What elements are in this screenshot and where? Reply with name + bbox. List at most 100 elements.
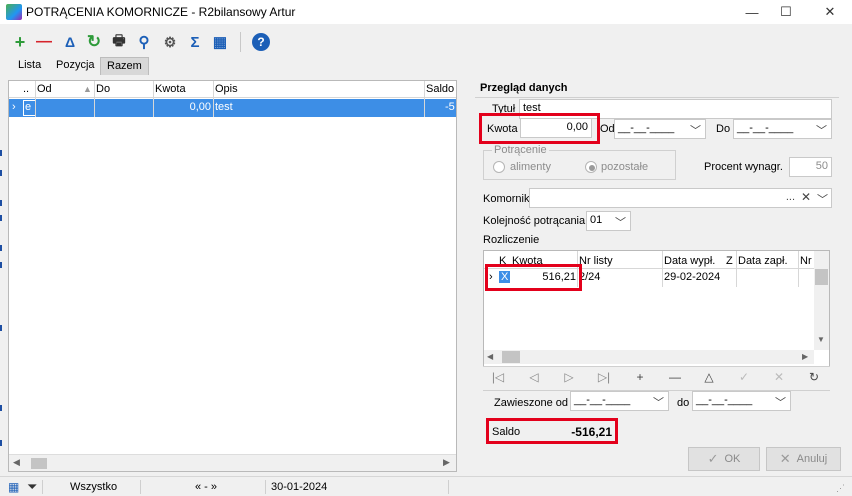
rcol-data-zapl[interactable]: Data zapł. [738, 255, 788, 267]
rcol-nr2[interactable]: Nr [800, 255, 812, 267]
cancel-record-icon[interactable]: ✕ [768, 368, 790, 386]
row-indicator-icon: › [12, 101, 16, 113]
cell-saldo: -5 [445, 101, 455, 113]
ellipsis-icon[interactable]: ... [786, 191, 795, 203]
record-navigator: |◁ ◁ ▷ ▷| + — △ ✓ ✕ ↻ [483, 366, 830, 386]
rozl-kwota-highlight [485, 264, 582, 291]
grid-header: .. Od ▲ Do Kwota Opis Saldo [9, 81, 456, 98]
cell-kwota: 0,00 [189, 101, 211, 113]
delete-record-icon[interactable]: — [664, 368, 686, 386]
kolejnosc-field[interactable]: 01 ﹀ [586, 211, 631, 231]
last-record-icon[interactable]: ▷| [593, 368, 615, 386]
alimenty-radio[interactable] [493, 161, 505, 173]
filter-icon[interactable]: ⏷ [27, 479, 37, 495]
zawieszone-do-label: do [677, 397, 690, 409]
status-bar: ▦ ⏷ Wszystko « - » 30-01-2024 ⋰ [0, 476, 852, 496]
columns-icon[interactable]: ▦ [210, 32, 230, 52]
rcol-nr[interactable]: Nr listy [579, 255, 613, 267]
list-grid: .. Od ▲ Do Kwota Opis Saldo › e 0,00 tes… [8, 80, 457, 472]
col-od[interactable]: Od [37, 83, 52, 95]
sort-up-icon: ▲ [83, 84, 92, 94]
clear-icon[interactable]: ✕ [801, 190, 811, 204]
scroll-thumb[interactable] [31, 458, 47, 469]
tab-razem[interactable]: Razem [100, 57, 149, 75]
pozostale-radio[interactable] [585, 161, 597, 173]
rcol-data-wypl[interactable]: Data wypł. [664, 255, 715, 267]
kwota-label: Kwota [487, 123, 518, 135]
procent-field[interactable]: 50 [789, 157, 832, 177]
col-opis[interactable]: Opis [215, 83, 238, 95]
rcol-z[interactable]: Z [726, 255, 733, 267]
cell-opis: test [215, 101, 233, 113]
saldo-value: -516,21 [571, 425, 612, 439]
procent-label: Procent wynagr. [704, 161, 783, 173]
chevron-down-icon[interactable]: ﹀ [817, 191, 828, 207]
kolejnosc-value: 01 [590, 214, 603, 226]
checkmark-icon: ✓ [707, 451, 719, 466]
scroll-thumb[interactable] [502, 351, 520, 363]
scroll-right-icon[interactable]: ▶ [443, 457, 450, 468]
col-saldo[interactable]: Saldo [426, 83, 454, 95]
zawieszone-do-field[interactable]: __-__-____ ﹀ [692, 391, 791, 411]
toolbar: + — Δ ↻ 🖶 ⚲ ⚙ Σ ▦ ? [0, 26, 852, 56]
tab-lista[interactable]: Lista [12, 57, 47, 75]
post-record-icon[interactable]: ✓ [733, 368, 755, 386]
anuluj-label: Anuluj [796, 453, 828, 465]
scroll-thumb[interactable] [815, 269, 828, 285]
record-nav-status[interactable]: « - » [195, 481, 217, 493]
remove-icon[interactable]: — [34, 32, 54, 52]
refresh-icon[interactable]: ↻ [84, 32, 104, 52]
do-label: Do [716, 123, 731, 135]
settings-icon[interactable]: ⚙ [160, 32, 180, 52]
edit-record-icon[interactable]: △ [698, 368, 720, 386]
maximize-button[interactable]: ☐ [766, 0, 806, 24]
search-icon[interactable]: ⚲ [134, 32, 154, 52]
zawieszone-od-value: __-__-____ [574, 394, 631, 406]
rozliczenie-label: Rozliczenie [483, 234, 540, 246]
kwota-field[interactable]: 0,00 [520, 118, 592, 138]
kolejnosc-label: Kolejność potrącania [483, 215, 586, 227]
od-date-field[interactable]: __-__-____ ﹀ [614, 119, 706, 139]
zawieszone-od-field[interactable]: __-__-____ ﹀ [570, 391, 669, 411]
horizontal-scrollbar[interactable]: ◀ ▶ [9, 454, 456, 471]
chevron-down-icon[interactable]: ﹀ [615, 214, 626, 230]
resize-grip-icon[interactable]: ⋰ [836, 483, 845, 494]
refresh-record-icon[interactable]: ↻ [803, 368, 825, 386]
scroll-down-icon[interactable]: ▼ [817, 335, 825, 344]
date-status: 30-01-2024 [271, 481, 328, 493]
tab-pozycja[interactable]: Pozycja [50, 57, 101, 75]
grid-icon[interactable]: ▦ [8, 480, 19, 494]
col-do[interactable]: Do [96, 83, 110, 95]
do-date-value: __-__-____ [737, 122, 794, 134]
scroll-left-icon[interactable]: ◀ [487, 352, 493, 361]
chevron-down-icon[interactable]: ﹀ [690, 122, 701, 138]
horizontal-scrollbar[interactable]: ◀ ▶ [484, 350, 814, 364]
next-record-icon[interactable]: ▷ [558, 368, 580, 386]
add-icon[interactable]: + [10, 32, 30, 52]
add-record-icon[interactable]: + [629, 368, 651, 386]
scroll-right-icon[interactable]: ▶ [802, 352, 808, 361]
chevron-down-icon[interactable]: ﹀ [653, 394, 664, 410]
chevron-down-icon[interactable]: ﹀ [775, 394, 786, 410]
pozostale-label: pozostałe [601, 161, 649, 173]
komornik-field[interactable]: ... ✕ ﹀ [529, 188, 832, 208]
table-row[interactable]: › e 0,00 test -5 [9, 99, 456, 117]
close-button[interactable]: ✕ [810, 0, 850, 24]
od-date-value: __-__-____ [618, 122, 675, 134]
help-icon[interactable]: ? [252, 33, 270, 51]
scroll-left-icon[interactable]: ◀ [13, 457, 20, 468]
col-dots[interactable]: .. [23, 83, 29, 95]
print-icon[interactable]: 🖶 [109, 32, 129, 52]
sum-icon[interactable]: Σ [185, 32, 205, 52]
first-record-icon[interactable]: |◁ [487, 368, 509, 386]
chevron-down-icon[interactable]: ﹀ [816, 122, 827, 138]
delta-icon[interactable]: Δ [60, 32, 80, 52]
do-date-field[interactable]: __-__-____ ﹀ [733, 119, 832, 139]
anuluj-button[interactable]: ✕ Anuluj [766, 447, 841, 471]
ok-label: OK [724, 453, 741, 465]
alimenty-label: alimenty [510, 161, 551, 173]
col-kwota[interactable]: Kwota [155, 83, 186, 95]
prev-record-icon[interactable]: ◁ [523, 368, 545, 386]
vertical-scrollbar[interactable]: ▼ [814, 251, 829, 350]
ok-button[interactable]: ✓ OK [688, 447, 760, 471]
